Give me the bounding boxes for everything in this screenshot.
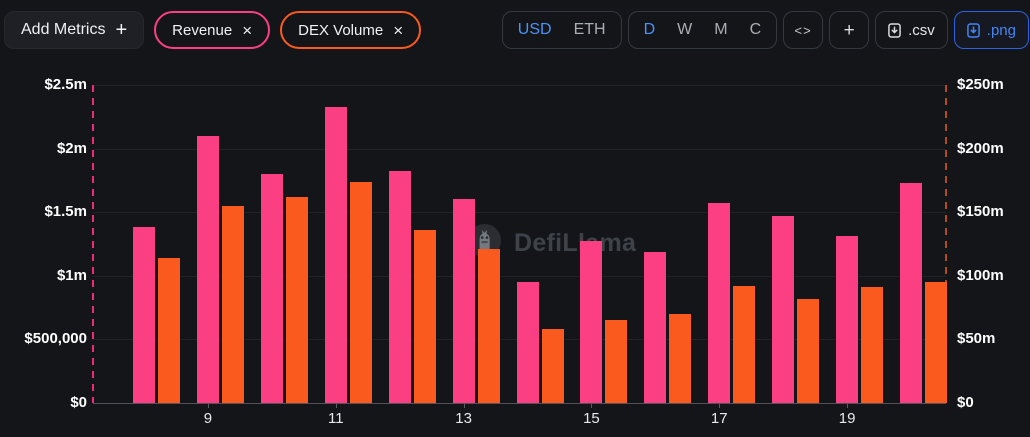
chart-controls-group: USD ETH D W M C <> + .csv .png	[501, 11, 1029, 49]
x-axis-label: 19	[838, 410, 856, 427]
y-axis-label-right: $250m	[957, 76, 1004, 93]
y-axis-label-left: $1m	[56, 266, 87, 284]
x-axis-label: 17	[710, 410, 728, 427]
bar-revenue[interactable]	[580, 241, 603, 403]
metrics-group: Add Metrics + Revenue × DEX Volume ×	[4, 11, 422, 49]
bar-revenue[interactable]	[836, 236, 859, 403]
plus-icon: +	[843, 19, 855, 41]
x-axis-label: 13	[455, 410, 472, 427]
x-axis-label: 11	[327, 410, 344, 427]
x-axis-label: 15	[583, 410, 600, 427]
bar-dex-volume[interactable]	[413, 230, 436, 403]
bar-chart: DefiLlama $2.5m $250m $2m $200m $1.5m $150m $1…	[0, 0, 1030, 437]
close-icon[interactable]: ×	[393, 22, 403, 39]
x-axis-tick	[719, 404, 721, 408]
code-icon: <>	[794, 22, 812, 38]
gridline	[93, 148, 946, 150]
embed-code-button[interactable]: <>	[783, 11, 824, 49]
bar-dex-volume[interactable]	[158, 257, 180, 403]
y-axis-label-right: $100m	[957, 266, 1004, 284]
y-axis-label-left: $500,000	[24, 330, 87, 348]
bar-dex-volume[interactable]	[733, 285, 756, 403]
bar-dex-volume[interactable]	[605, 320, 628, 403]
bar-revenue[interactable]	[133, 227, 155, 403]
watermark-text: DefiLlama	[514, 228, 637, 257]
bar-revenue[interactable]	[324, 106, 347, 403]
y-axis-label-left: $2.5m	[44, 76, 87, 93]
gridline	[93, 85, 946, 86]
add-metrics-label: Add Metrics	[21, 21, 106, 38]
defillama-chart-panel: DefiLlama $2.5m $250m $2m $200m $1.5m $150m $1…	[0, 0, 1030, 437]
y-axis-label-left: $1.5m	[44, 203, 87, 221]
interval-option-c[interactable]: C	[739, 12, 773, 48]
bar-revenue[interactable]	[388, 171, 411, 403]
currency-option-usd[interactable]: USD	[507, 12, 563, 48]
x-axis-tick	[591, 404, 593, 408]
file-download-icon	[888, 22, 901, 38]
metric-pill-label: Revenue	[172, 21, 233, 39]
y-axis-label-left: $2m	[56, 139, 87, 157]
currency-toggle: USD ETH	[501, 11, 622, 49]
x-axis-tick	[207, 404, 209, 408]
download-csv-button[interactable]: .csv	[875, 11, 948, 49]
close-icon[interactable]: ×	[242, 22, 252, 39]
y-axis-label-left: $0	[70, 394, 87, 411]
interval-option-w[interactable]: W	[666, 12, 703, 48]
bar-revenue[interactable]	[260, 174, 283, 403]
bar-revenue[interactable]	[708, 203, 731, 403]
interval-option-d[interactable]: D	[633, 12, 667, 48]
bar-dex-volume[interactable]	[477, 249, 500, 403]
plus-icon: +	[115, 19, 128, 41]
left-axis-dashed-line	[92, 85, 94, 403]
metric-pill-dex-volume[interactable]: DEX Volume ×	[280, 11, 422, 49]
y-axis-label-right: $150m	[957, 203, 1004, 221]
metric-pill-revenue[interactable]: Revenue ×	[154, 11, 271, 49]
currency-option-eth[interactable]: ETH	[563, 12, 617, 48]
bar-revenue[interactable]	[772, 216, 795, 403]
x-axis-label: 9	[203, 410, 213, 427]
csv-button-label: .csv	[908, 21, 935, 39]
y-axis-label-right: $0	[957, 394, 974, 411]
add-metrics-button[interactable]: Add Metrics +	[4, 11, 145, 49]
y-axis-label-right: $50m	[957, 330, 996, 348]
bar-dex-volume[interactable]	[221, 205, 244, 403]
bar-revenue[interactable]	[516, 282, 539, 403]
x-axis-line	[93, 403, 946, 404]
interval-toggle: D W M C	[627, 11, 778, 49]
bar-revenue[interactable]	[196, 135, 219, 403]
download-png-button[interactable]: .png	[953, 11, 1029, 49]
bar-revenue[interactable]	[452, 199, 475, 403]
bar-dex-volume[interactable]	[925, 282, 948, 403]
add-chart-button[interactable]: +	[829, 11, 870, 49]
bar-dex-volume[interactable]	[669, 313, 692, 403]
x-axis-tick	[463, 404, 465, 408]
bar-dex-volume[interactable]	[285, 196, 308, 403]
x-axis-tick	[847, 404, 849, 408]
file-download-icon	[966, 22, 980, 38]
bar-revenue[interactable]	[900, 182, 923, 403]
png-button-label: .png	[986, 21, 1016, 39]
y-axis-label-right: $200m	[957, 139, 1004, 157]
metric-pill-label: DEX Volume	[298, 21, 384, 39]
interval-option-m[interactable]: M	[703, 12, 738, 48]
bar-revenue[interactable]	[644, 251, 667, 403]
toolbar: Add Metrics + Revenue × DEX Volume × USD…	[4, 11, 1029, 49]
bar-dex-volume[interactable]	[797, 298, 820, 403]
bar-dex-volume[interactable]	[541, 329, 564, 403]
x-axis-tick	[335, 404, 337, 408]
bar-dex-volume[interactable]	[349, 181, 372, 403]
bar-dex-volume[interactable]	[861, 287, 884, 403]
